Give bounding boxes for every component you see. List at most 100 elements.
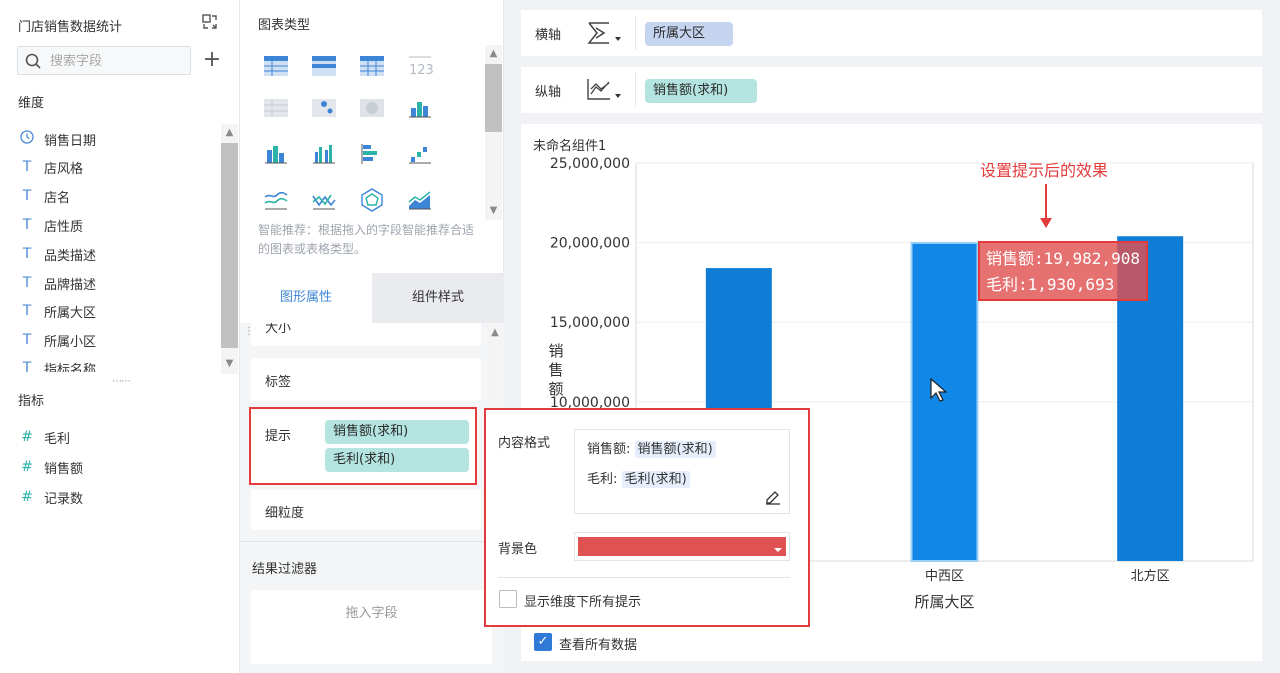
number-type-icon: # (21, 459, 33, 475)
granularity-row[interactable]: 细粒度 (251, 490, 481, 530)
bg-color-swatch (578, 537, 786, 556)
dimension-item[interactable]: T 店性质 (18, 215, 83, 235)
grouped-table-icon[interactable] (263, 54, 289, 78)
y-tick-label: 15,000,000 (550, 315, 630, 331)
granularity-label: 细粒度 (265, 506, 305, 521)
dimension-item[interactable]: 销售日期 (18, 129, 96, 149)
dimension-item[interactable]: T 店名 (18, 186, 70, 206)
label-row[interactable]: 标签 (251, 358, 481, 401)
dimensions-heading: 维度 (18, 96, 45, 111)
x-axis-field[interactable]: 所属大区 (645, 22, 733, 46)
y-axis-type-icon[interactable] (585, 76, 625, 104)
number-type-icon: # (21, 429, 33, 445)
property-scrollbar[interactable]: ▲ (488, 324, 502, 404)
edit-pencil-icon[interactable] (764, 487, 782, 505)
y-axis-shelf: 纵轴 销售额(求和) (521, 67, 1262, 113)
scroll-up-icon[interactable]: ▲ (485, 45, 502, 62)
content-format-editor[interactable]: 销售额: 销售额(求和) 毛利: 毛利(求和) (574, 429, 790, 514)
scroll-down-icon[interactable]: ▼ (221, 355, 238, 372)
mouse-cursor-icon (930, 377, 947, 402)
dimension-item-clip: T 指标名称 (0, 358, 221, 372)
svg-text:123: 123 (409, 63, 433, 78)
bg-color-select[interactable] (574, 532, 790, 561)
chevron-down-icon (774, 548, 782, 552)
dimension-item[interactable]: T 指标名称 (18, 358, 96, 372)
area-chart-icon[interactable] (407, 188, 433, 212)
calc-text-icon: T (22, 360, 32, 372)
dimension-scroll-thumb[interactable] (221, 143, 238, 348)
tab-component-style[interactable]: 组件样式 (372, 273, 504, 323)
text-type-icon: T (22, 159, 32, 175)
label-label: 标签 (265, 375, 292, 390)
combo-line-icon[interactable] (311, 188, 337, 212)
add-field-button[interactable]: + (202, 49, 222, 71)
dimension-item[interactable]: T 品牌描述 (18, 273, 96, 293)
tooltip-row[interactable]: 提示 销售额(求和) 毛利(求和) (249, 407, 477, 485)
grouped-bar-icon[interactable] (311, 142, 337, 166)
tooltip-line-profit: 毛利:1,930,693 (986, 275, 1115, 294)
show-all-label: 显示维度下所有提示 (524, 595, 642, 610)
kpi-number-icon[interactable]: 123 (407, 54, 434, 78)
x-axis-shelf: 横轴 所属大区 (521, 10, 1262, 56)
show-all-checkbox[interactable] (499, 590, 517, 608)
tab-graph-properties[interactable]: 图形属性 (240, 273, 372, 323)
resize-handle[interactable]: ⋯⋯ (112, 376, 131, 387)
chart-type-scroll-thumb[interactable] (485, 64, 502, 132)
measure-item[interactable]: # 销售额 (18, 457, 83, 477)
line-chart-icon[interactable] (263, 188, 289, 212)
filter-drop-zone[interactable]: 拖入字段 (251, 590, 492, 664)
waterfall-icon[interactable] (407, 142, 433, 166)
clock-icon (18, 130, 36, 148)
tooltip-label: 提示 (265, 429, 292, 444)
size-row[interactable]: 大小 (251, 323, 481, 346)
dimension-item[interactable]: T 品类描述 (18, 244, 96, 264)
tooltip-field-profit[interactable]: 毛利(求和) (325, 448, 469, 472)
x-axis-type-icon[interactable] (585, 19, 625, 47)
y-tick-label: 25,000,000 (550, 156, 630, 172)
y-axis-title: 销售额 (548, 342, 564, 398)
radar-chart-icon[interactable] (359, 188, 385, 212)
dimension-item[interactable]: T 所属大区 (18, 301, 96, 321)
popup-divider (498, 577, 790, 578)
scroll-up-icon[interactable]: ▲ (488, 324, 502, 341)
tooltip-line-sales: 销售额:19,982,908 (986, 249, 1140, 268)
horizontal-bar-icon[interactable] (359, 142, 385, 166)
field-search[interactable] (17, 46, 191, 75)
stacked-bar-icon[interactable] (407, 96, 433, 120)
bar-chart-icon[interactable] (263, 142, 289, 166)
result-filter-heading: 结果过滤器 (252, 562, 318, 577)
heat-map-icon[interactable] (359, 96, 385, 120)
x-axis-title: 所属大区 (914, 593, 974, 611)
bg-color-label: 背景色 (498, 542, 538, 557)
detail-table-icon[interactable] (359, 54, 385, 78)
scroll-down-icon[interactable]: ▼ (485, 202, 502, 219)
y-axis-label: 纵轴 (535, 85, 562, 100)
recommend-hint: 智能推荐：根据拖入的字段智能推荐合适的图表或表格类型。 (258, 223, 475, 256)
dimension-item[interactable]: T 店风格 (18, 157, 83, 177)
size-label: 大小 (265, 323, 292, 336)
axis-divider (635, 73, 636, 107)
switch-dataset-icon[interactable] (201, 13, 219, 31)
x-tick-label: 中西区 (925, 569, 964, 584)
format-field-tag: 毛利(求和) (621, 471, 690, 488)
divider (240, 541, 504, 542)
dimension-item[interactable]: T 所属小区 (18, 330, 96, 350)
text-type-icon: T (22, 275, 32, 291)
y-axis-field[interactable]: 销售额(求和) (645, 79, 757, 103)
tooltip-field-sales[interactable]: 销售额(求和) (325, 420, 469, 444)
scroll-up-icon[interactable]: ▲ (221, 124, 238, 141)
search-input[interactable] (50, 52, 185, 70)
chart-type-heading: 图表类型 (258, 18, 311, 33)
axis-divider (635, 16, 636, 50)
map-table-icon[interactable] (263, 96, 289, 120)
view-all-label: 查看所有数据 (559, 638, 638, 653)
dot-map-icon[interactable] (311, 96, 337, 120)
measure-item[interactable]: # 毛利 (18, 427, 70, 447)
view-all-checkbox[interactable]: ✓ (534, 633, 552, 651)
text-type-icon: T (22, 332, 32, 348)
measure-item[interactable]: # 记录数 (18, 487, 83, 507)
format-line-profit: 毛利: 毛利(求和) (587, 468, 690, 488)
format-field-tag: 销售额(求和) (634, 441, 716, 458)
content-format-label: 内容格式 (498, 436, 551, 451)
cross-table-icon[interactable] (311, 54, 337, 78)
